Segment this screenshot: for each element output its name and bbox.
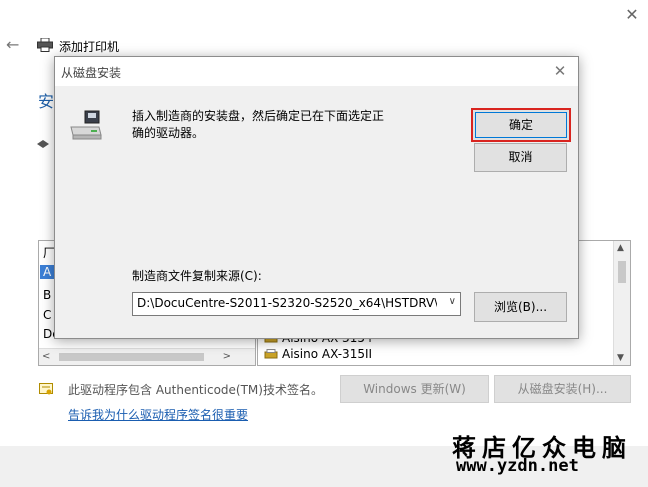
list-item[interactable]: B: [43, 288, 51, 302]
vertical-scrollbar[interactable]: ▲ ▼: [613, 241, 630, 365]
scroll-up-icon[interactable]: ▲: [617, 243, 624, 253]
watermark-url: www.yzdn.net: [456, 456, 579, 476]
cancel-button[interactable]: 取消: [474, 143, 567, 172]
scroll-down-icon[interactable]: ▼: [617, 353, 624, 363]
wizard-heading: 安: [38, 92, 55, 111]
disk-drive-icon: [70, 110, 102, 140]
printer-small-icon: [37, 140, 49, 148]
list-item[interactable]: C: [43, 308, 51, 322]
close-icon[interactable]: ✕: [550, 61, 570, 81]
printer-item-icon: [264, 349, 278, 359]
horizontal-scrollbar[interactable]: < >: [39, 348, 255, 365]
source-path-value[interactable]: D:\DocuCentre-S2011-S2320-S2520_x64\HSTD…: [137, 296, 437, 310]
browse-button[interactable]: 浏览(B)...: [474, 292, 567, 322]
chevron-down-icon[interactable]: ∨: [449, 296, 456, 307]
source-label: 制造商文件复制来源(C):: [132, 269, 262, 283]
list-item[interactable]: Aisino AX-315II: [282, 347, 372, 361]
signature-text: 此驱动程序包含 Authenticode(TM)技术签名。: [68, 383, 323, 397]
source-path-combobox[interactable]: D:\DocuCentre-S2011-S2320-S2520_x64\HSTD…: [132, 292, 461, 316]
dialog-titlebar: 从磁盘安装 ✕: [55, 57, 578, 86]
window-close-icon[interactable]: ✕: [622, 5, 642, 25]
have-disk-button[interactable]: 从磁盘安装(H)...: [494, 375, 631, 403]
scroll-thumb[interactable]: [59, 353, 204, 361]
back-arrow-icon[interactable]: ←: [6, 36, 24, 54]
printer-icon: [37, 38, 53, 52]
ok-button-label: 确定: [508, 118, 533, 132]
certificate-icon: [39, 383, 53, 395]
scroll-right-icon[interactable]: >: [223, 349, 231, 365]
install-from-disk-dialog: 从磁盘安装 ✕ 插入制造商的安装盘，然后确定已在下面选定正确的驱动器。 确定 取…: [54, 56, 579, 339]
ok-button[interactable]: 确定: [471, 108, 571, 142]
dialog-title: 从磁盘安装: [61, 66, 122, 80]
dialog-prompt: 插入制造商的安装盘，然后确定已在下面选定正确的驱动器。: [132, 109, 385, 140]
signature-info-link[interactable]: 告诉我为什么驱动程序签名很重要: [68, 406, 248, 423]
scroll-thumb[interactable]: [618, 261, 626, 283]
list-item-selected[interactable]: A: [40, 265, 55, 279]
windows-update-button[interactable]: Windows 更新(W): [340, 375, 489, 403]
wizard-title: 添加打印机: [59, 40, 120, 54]
scroll-left-icon[interactable]: <: [42, 349, 50, 365]
